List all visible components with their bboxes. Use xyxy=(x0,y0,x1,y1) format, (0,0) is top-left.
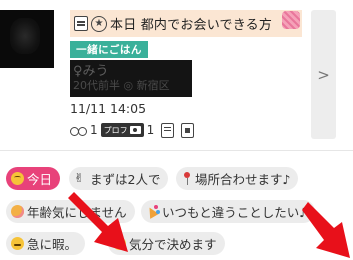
banner-text: 本日 都内でお会いできる方 xyxy=(110,18,273,33)
heart-sticker-icon xyxy=(282,11,300,29)
availability-banner: ★ 本日 都内でお会いできる方 xyxy=(70,10,302,37)
memo-icon[interactable] xyxy=(161,122,175,138)
purpose-tag: 一緒にごはん xyxy=(70,41,148,58)
user-name: ♀みう xyxy=(73,64,109,79)
footprints-icon xyxy=(70,124,87,136)
grinning-face-icon xyxy=(11,172,24,185)
party-popper-icon xyxy=(146,205,159,218)
photos-count: 1 xyxy=(146,123,155,137)
profile-photo-badge: プロフ xyxy=(100,123,144,137)
next-profile-button[interactable]: > xyxy=(311,10,336,139)
blush-face-icon xyxy=(11,205,24,218)
chip-label: 場所合わせます♪ xyxy=(195,172,291,187)
user-age-location: 20代前半 ◎ 新宿区 xyxy=(73,79,170,92)
meta-row: 1 プロフ 1 xyxy=(70,121,195,139)
chevron-right-icon: > xyxy=(317,65,330,84)
divider xyxy=(0,150,353,151)
user-avatar[interactable] xyxy=(0,10,54,68)
pin-icon xyxy=(181,172,192,185)
red-arrow-right xyxy=(302,202,350,258)
star-icon: ★ xyxy=(91,15,107,32)
post-datetime: 11/11 14:05 xyxy=(70,101,147,116)
sleepy-face-icon xyxy=(11,237,24,250)
camera-icon xyxy=(129,126,141,134)
footprints-count: 1 xyxy=(90,123,98,137)
id-verified-icon[interactable] xyxy=(181,122,195,138)
chip-label: いつもと違うことしたい♪ xyxy=(162,205,308,220)
chip-something-different[interactable]: いつもと違うことしたい♪ xyxy=(141,200,316,223)
user-info-redacted[interactable]: ♀みう 20代前半 ◎ 新宿区 xyxy=(70,60,192,97)
chip-place[interactable]: 場所合わせます♪ xyxy=(176,167,299,190)
document-icon xyxy=(74,16,88,31)
red-arrow-left xyxy=(68,192,128,252)
profile-label: プロフ xyxy=(103,125,128,135)
chip-label: 気分で決めます xyxy=(129,237,217,252)
